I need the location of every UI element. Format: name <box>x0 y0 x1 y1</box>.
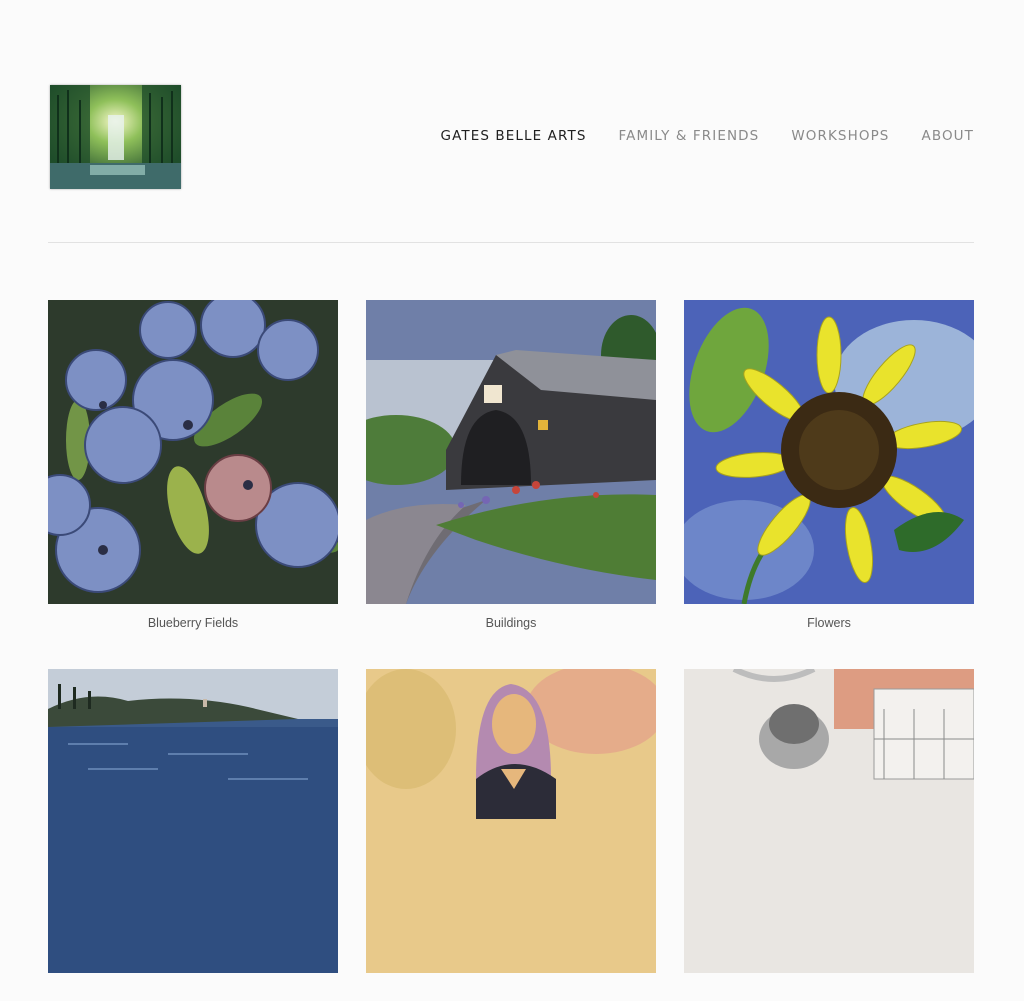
gallery-item-caption[interactable] <box>366 985 656 1001</box>
gallery-item-flowers[interactable]: Flowers <box>684 300 974 632</box>
site-logo[interactable] <box>50 85 181 189</box>
sunflower-painting-thumbnail[interactable] <box>684 300 974 604</box>
gallery-item-caption[interactable] <box>48 985 338 1001</box>
nav-about[interactable]: ABOUT <box>921 128 974 144</box>
building-sketch-painting-thumbnail[interactable] <box>684 669 974 973</box>
figure-painting-thumbnail[interactable] <box>366 669 656 973</box>
main-nav: GATES BELLE ARTS FAMILY & FRIENDS WORKSH… <box>441 128 974 144</box>
gallery-grid: Blueberry Fields Buildings Flowers <box>48 300 974 1001</box>
header-divider <box>48 242 974 243</box>
nav-workshops[interactable]: WORKSHOPS <box>791 128 889 144</box>
covered-bridge-painting-thumbnail[interactable] <box>366 300 656 604</box>
gallery-item[interactable] <box>684 669 974 1001</box>
gallery-item-caption[interactable]: Blueberry Fields <box>48 616 338 632</box>
coastline-painting-thumbnail[interactable] <box>48 669 338 973</box>
gallery-item[interactable] <box>366 669 656 1001</box>
nav-family-friends[interactable]: FAMILY & FRIENDS <box>619 128 760 144</box>
nav-gates-belle-arts[interactable]: GATES BELLE ARTS <box>441 128 587 144</box>
gallery-item-caption[interactable] <box>684 985 974 1001</box>
gallery-item-caption[interactable]: Buildings <box>366 616 656 632</box>
gallery-item-blueberry-fields[interactable]: Blueberry Fields <box>48 300 338 632</box>
gallery-item-buildings[interactable]: Buildings <box>366 300 656 632</box>
gallery-item-caption[interactable]: Flowers <box>684 616 974 632</box>
gallery-item[interactable] <box>48 669 338 1001</box>
forest-painting-logo <box>50 85 181 189</box>
blueberry-painting-thumbnail[interactable] <box>48 300 338 604</box>
